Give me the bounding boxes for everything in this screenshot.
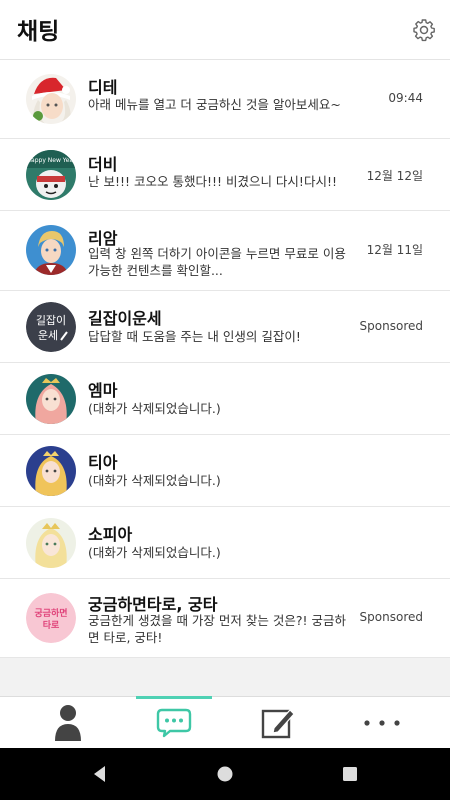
chat-name: 더비 [88, 155, 118, 174]
tab-more[interactable] [326, 697, 438, 749]
chat-last-message: 궁금한게 생겼을 때 가장 먼저 찾는 것은?! 궁금하면 타로, 궁타! [88, 613, 346, 645]
chat-time: 12월 12일 [366, 169, 423, 183]
chat-row-emma[interactable]: 엠마 (대화가 삭제되었습니다.) [0, 363, 450, 435]
chat-name: 소피아 [88, 525, 133, 544]
chat-last-message: 답답할 때 도움을 주는 내 인생의 길잡이! [88, 329, 301, 344]
avatar-text-line2: 타로 [43, 619, 60, 631]
chat-name: 길잡이운세 [88, 309, 162, 328]
tab-chats[interactable] [118, 696, 230, 749]
page-title: 채팅 [17, 19, 60, 45]
avatar-text-line1: 궁금하면 [34, 607, 67, 619]
back-icon[interactable] [90, 764, 110, 784]
chat-last-message: 입력 창 왼쪽 더하기 아이콘을 누르면 무료로 이용 가능한 컨텐츠를 확인할… [88, 246, 346, 278]
chat-row-gil[interactable]: 길잡이 운세 길잡이운세 답답할 때 도움을 주는 내 인생의 길잡이! Spo… [0, 291, 450, 363]
svg-text:Happy New Year: Happy New Year [27, 157, 76, 164]
avatar-text-line1: 길잡이 [36, 314, 66, 327]
sponsored-label: Sponsored [359, 319, 423, 333]
app-header: 채팅 [0, 0, 450, 60]
chat-row-liam[interactable]: 리암 입력 창 왼쪽 더하기 아이콘을 누르면 무료로 이용 가능한 컨텐츠를 … [0, 211, 450, 291]
chat-last-message: (대화가 삭제되었습니다.) [88, 401, 221, 416]
edit-icon [261, 709, 295, 739]
chat-last-message: (대화가 삭제되었습니다.) [88, 473, 221, 488]
avatar-tia [26, 446, 76, 496]
chat-name: 티아 [88, 453, 118, 472]
chat-list: 디테 아래 메뉴를 열고 더 궁금하신 것을 알아보세요~ 09:44 Happ… [0, 60, 450, 658]
chat-name: 디테 [88, 78, 118, 97]
avatar-liam [26, 225, 76, 275]
sponsored-label: Sponsored [359, 610, 423, 624]
avatar-gil: 길잡이 운세 [26, 302, 76, 352]
gear-icon[interactable] [412, 18, 436, 42]
bottom-tab-bar [0, 696, 450, 748]
chat-row-gungta[interactable]: 궁금하면 타로 궁금하면타로, 궁타 궁금한게 생겼을 때 가장 먼저 찾는 것… [0, 579, 450, 658]
avatar-derby: Happy New Year [26, 150, 76, 200]
chat-row-tia[interactable]: 티아 (대화가 삭제되었습니다.) [0, 435, 450, 507]
home-icon[interactable] [215, 764, 235, 784]
chat-last-message: 아래 메뉴를 열고 더 궁금하신 것을 알아보세요~ [88, 97, 341, 112]
chat-last-message: 난 보!!! 코오오 통했다!!! 비겼으니 다시!다시!! [88, 174, 337, 189]
chat-last-message: (대화가 삭제되었습니다.) [88, 545, 221, 560]
tab-write[interactable] [222, 697, 334, 749]
chat-bubble-icon [156, 708, 192, 738]
avatar-dite [26, 74, 76, 124]
chat-name: 엠마 [88, 381, 118, 400]
more-icon [364, 720, 400, 726]
avatar-sophia [26, 518, 76, 568]
person-icon [55, 705, 81, 741]
chat-row-derby[interactable]: Happy New Year 더비 난 보!!! 코오오 통했다!!! 비겼으니… [0, 139, 450, 211]
chat-row-dite[interactable]: 디테 아래 메뉴를 열고 더 궁금하신 것을 알아보세요~ 09:44 [0, 60, 450, 139]
list-footer-spacer [0, 658, 450, 696]
avatar-emma [26, 374, 76, 424]
avatar-text-line2: 운세 [38, 329, 58, 342]
chat-row-sophia[interactable]: 소피아 (대화가 삭제되었습니다.) [0, 507, 450, 579]
chat-time: 12월 11일 [366, 243, 423, 257]
recents-icon[interactable] [340, 764, 360, 784]
system-navigation-bar [0, 748, 450, 800]
chat-time: 09:44 [388, 91, 423, 105]
tab-profile[interactable] [12, 697, 124, 749]
avatar-gungta: 궁금하면 타로 [26, 593, 76, 643]
